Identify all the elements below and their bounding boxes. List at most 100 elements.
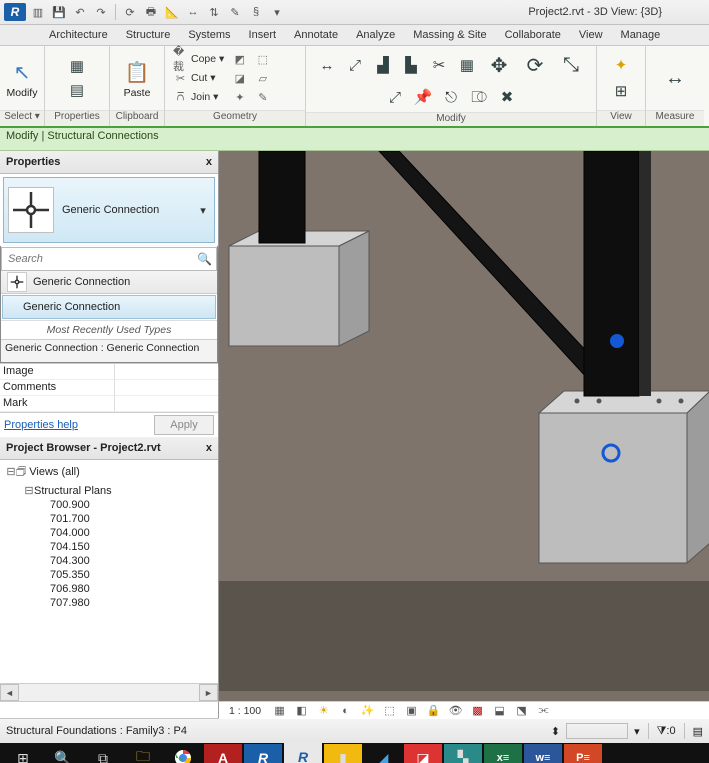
offset-icon[interactable]: ⤢ <box>344 54 366 76</box>
press-drag-icon[interactable]: ⬍ <box>551 725 560 738</box>
tree-leaf[interactable]: 707.980 <box>4 596 214 610</box>
detail-level-icon[interactable]: ▦ <box>272 703 287 718</box>
tab-analyze[interactable]: Analyze <box>347 27 404 43</box>
app-red-icon[interactable]: ◪ <box>404 744 442 763</box>
close-icon[interactable]: x <box>206 156 212 168</box>
paste-button[interactable]: 📋 Paste <box>118 55 156 101</box>
qat-sync-icon[interactable]: ⟳ <box>121 3 139 21</box>
measure-icon[interactable]: ↔ <box>660 63 690 93</box>
tab-annotate[interactable]: Annotate <box>285 27 347 43</box>
tree-leaf[interactable]: 704.300 <box>4 554 214 568</box>
tree-leaf[interactable]: 701.700 <box>4 512 214 526</box>
scale-icon[interactable]: ⤢ <box>384 86 406 108</box>
explorer-icon[interactable]: 🗀 <box>124 744 162 763</box>
reveal-hidden-icon[interactable]: ▩ <box>470 703 485 718</box>
revit-active-icon[interactable]: R <box>284 743 322 763</box>
qat-print-icon[interactable]: 🖶 <box>142 3 160 21</box>
geom-icon-3[interactable]: ✦ <box>232 90 247 105</box>
tab-architecture[interactable]: Architecture <box>40 27 117 43</box>
rendering-icon[interactable]: ✨ <box>360 703 375 718</box>
type-properties-icon[interactable]: ▦ <box>66 55 88 77</box>
shadows-icon[interactable]: ◐ <box>338 703 353 718</box>
cope-button[interactable]: �裁Cope ▾ <box>171 50 226 68</box>
modify-tool-button[interactable]: ↖ Modify <box>3 55 42 101</box>
analytical-icon[interactable]: ⬔ <box>514 703 529 718</box>
reveal-constraints-icon[interactable]: ⫘ <box>536 703 551 718</box>
view-icon-1[interactable]: ✦ <box>610 54 632 76</box>
group-icon[interactable]: ⎄ <box>468 86 490 108</box>
align-icon[interactable]: ↔ <box>316 54 338 76</box>
autodesk-icon[interactable]: ◢ <box>364 744 402 763</box>
tab-systems[interactable]: Systems <box>179 27 239 43</box>
array-icon[interactable]: ▦ <box>456 54 478 76</box>
geom-icon-5[interactable]: ▱ <box>255 71 270 86</box>
crop-view-icon[interactable]: ⬚ <box>382 703 397 718</box>
lock-3d-icon[interactable]: 🔒 <box>426 703 441 718</box>
split-icon[interactable]: ✂ <box>428 54 450 76</box>
prop-mark-value[interactable] <box>115 396 218 412</box>
powerpoint-icon[interactable]: P≡ <box>564 744 602 763</box>
dropdown-item-selected[interactable]: Generic Connection <box>2 295 216 319</box>
tab-collaborate[interactable]: Collaborate <box>496 27 570 43</box>
unpin-icon[interactable]: ⎋ <box>440 86 462 108</box>
properties-help-link[interactable]: Properties help <box>4 419 78 431</box>
close-icon[interactable]: x <box>206 442 212 454</box>
scroll-right-icon[interactable]: ► <box>199 684 218 701</box>
search-button[interactable]: 🔍 <box>44 744 82 763</box>
apply-button[interactable]: Apply <box>154 415 214 435</box>
tree-group[interactable]: ⊟Structural Plans <box>4 483 214 498</box>
cut-button[interactable]: ✂Cut ▾ <box>171 69 226 87</box>
tree-leaf[interactable]: 700.900 <box>4 498 214 512</box>
qat-dropdown-icon[interactable]: ▾ <box>268 3 286 21</box>
visual-style-icon[interactable]: ◧ <box>294 703 309 718</box>
sun-path-icon[interactable]: ☀ <box>316 703 331 718</box>
dropdown-mru-item[interactable]: Generic Connection : Generic Connection <box>1 339 217 362</box>
geom-icon-1[interactable]: ◩ <box>232 52 247 67</box>
qat-section-icon[interactable]: § <box>247 3 265 21</box>
filter-icon[interactable]: ⧩ <box>657 725 667 738</box>
tree-root[interactable]: ⊟🗇 Views (all) <box>4 462 214 483</box>
type-search[interactable]: 🔍 <box>1 247 217 271</box>
move-icon[interactable]: ✥ <box>484 50 514 80</box>
selection-options-icon[interactable]: ▤ <box>693 725 703 738</box>
project-browser-tree[interactable]: ⊟🗇 Views (all) ⊟Structural Plans 700.900… <box>0 460 218 683</box>
mirror-axis-icon[interactable]: ▟ <box>372 54 394 76</box>
type-selector[interactable]: Generic Connection ▾ <box>3 177 215 243</box>
browser-hscroll[interactable]: ◄ ► <box>0 683 218 701</box>
temp-hide-icon[interactable]: 👁 <box>448 703 463 718</box>
dropdown-family-header[interactable]: Generic Connection <box>1 271 217 294</box>
prop-image-value[interactable] <box>115 364 218 380</box>
chrome-icon[interactable] <box>164 744 202 763</box>
prop-comments-value[interactable] <box>115 380 218 396</box>
chevron-down-icon[interactable]: ▾ <box>196 204 210 217</box>
geom-icon-2[interactable]: ◪ <box>232 71 247 86</box>
tree-leaf[interactable]: 704.000 <box>4 526 214 540</box>
tab-massing[interactable]: Massing & Site <box>404 27 495 43</box>
pin-icon[interactable]: 📌 <box>412 86 434 108</box>
worksharing-icon[interactable]: ⬓ <box>492 703 507 718</box>
qat-redo-icon[interactable]: ↷ <box>92 3 110 21</box>
task-view-button[interactable]: ⧉ <box>84 744 122 763</box>
tab-insert[interactable]: Insert <box>240 27 286 43</box>
mirror-pick-icon[interactable]: ▙ <box>400 54 422 76</box>
tree-leaf[interactable]: 704.150 <box>4 540 214 554</box>
revit-bg-icon[interactable]: R <box>244 744 282 763</box>
view-icon-2[interactable]: ⊞ <box>610 80 632 102</box>
rotate-icon[interactable]: ⟳ <box>520 50 550 80</box>
tab-manage[interactable]: Manage <box>612 27 670 43</box>
tab-structure[interactable]: Structure <box>117 27 180 43</box>
autocad-icon[interactable]: A <box>204 744 242 763</box>
join-button[interactable]: ⩃Join ▾ <box>171 88 226 106</box>
delete-icon[interactable]: ✖ <box>496 86 518 108</box>
geom-icon-6[interactable]: ✎ <box>255 90 270 105</box>
view-scale[interactable]: 1 : 100 <box>225 705 265 717</box>
qat-align-icon[interactable]: ↔ <box>184 3 202 21</box>
scroll-left-icon[interactable]: ◄ <box>0 684 19 701</box>
panel-label-select[interactable]: Select ▾ <box>0 110 44 126</box>
properties-palette-icon[interactable]: ▤ <box>66 79 88 101</box>
crop-region-icon[interactable]: ▣ <box>404 703 419 718</box>
app-yellow-icon[interactable]: ▮ <box>324 744 362 763</box>
excel-icon[interactable]: x≡ <box>484 744 522 763</box>
word-icon[interactable]: w≡ <box>524 744 562 763</box>
search-input[interactable] <box>6 252 197 266</box>
